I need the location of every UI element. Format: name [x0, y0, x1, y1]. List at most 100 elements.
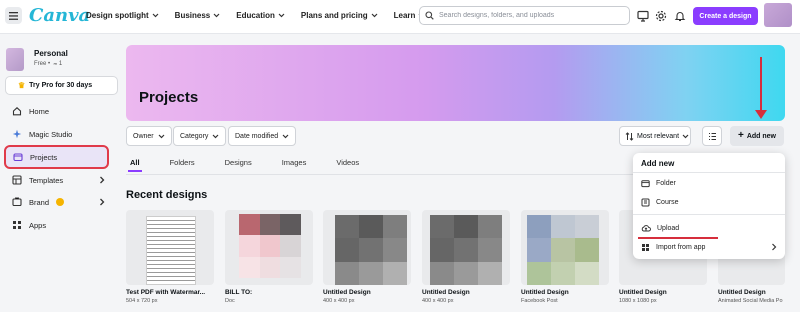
bell-icon[interactable] [674, 10, 686, 22]
hamburger-icon [9, 11, 18, 20]
nav-business[interactable]: Business [175, 11, 221, 20]
sidebar-item-label: Brand [29, 197, 50, 207]
sidebar-item-templates[interactable]: Templates [5, 170, 113, 190]
design-card[interactable]: Untitled Design 400 x 400 px [422, 210, 510, 304]
sidebar-item-brand[interactable]: Brand [5, 192, 113, 212]
menu-item-course[interactable]: Course [641, 195, 777, 209]
sort-button[interactable]: Most relevant [619, 126, 691, 146]
search-box[interactable] [419, 6, 630, 25]
chevron-down-icon [158, 134, 165, 138]
filter-label: Category [180, 132, 209, 140]
nav-label: Design spotlight [86, 11, 149, 20]
team-name[interactable]: Personal [34, 49, 68, 58]
thumbnail-image [430, 215, 502, 285]
date-modified-filter[interactable]: Date modified [228, 126, 297, 146]
menu-item-import-from-app[interactable]: Import from app [641, 240, 777, 254]
sidebar-item-label: Home [29, 106, 50, 116]
top-nav: Design spotlight Business Education Plan… [86, 11, 441, 20]
search-input[interactable] [439, 12, 619, 19]
tab-all[interactable]: All [128, 158, 142, 172]
category-filter[interactable]: Category [173, 126, 227, 146]
chevron-down-icon [212, 134, 219, 138]
sort-label: Most relevant [637, 132, 680, 140]
nav-education[interactable]: Education [236, 11, 285, 20]
monitor-icon[interactable] [637, 10, 649, 22]
tab-designs[interactable]: Designs [225, 158, 252, 167]
sidebar-item-apps[interactable]: Apps [5, 215, 113, 235]
content-tabs: All Folders Designs Images Videos [126, 158, 389, 172]
search-icon [425, 11, 434, 20]
course-icon [641, 198, 650, 206]
design-card[interactable]: BILL TO: Doc [225, 210, 313, 304]
add-new-label: Add new [746, 132, 776, 140]
canva-logo[interactable]: Canva [29, 5, 90, 26]
chevron-down-icon [682, 134, 689, 138]
add-new-button[interactable]: + Add new [730, 126, 784, 146]
card-title: BILL TO: [225, 289, 253, 296]
chevron-down-icon [152, 13, 159, 18]
create-design-button[interactable]: Create a design [693, 7, 758, 25]
nav-design-spotlight[interactable]: Design spotlight [86, 11, 159, 20]
team-avatar[interactable] [6, 48, 24, 71]
projects-banner: Projects [126, 45, 785, 121]
card-subtitle: Facebook Post [521, 298, 558, 304]
list-view-button[interactable] [702, 126, 722, 146]
gear-icon[interactable] [655, 10, 667, 22]
document-page-image [146, 216, 196, 285]
menu-item-folder[interactable]: Folder [641, 176, 777, 190]
chevron-down-icon [282, 134, 289, 138]
design-thumbnail[interactable] [422, 210, 510, 285]
avatar[interactable] [764, 3, 792, 27]
home-icon [12, 107, 22, 116]
card-title: Untitled Design [422, 289, 470, 296]
apps-icon [642, 243, 649, 251]
menu-button[interactable] [5, 7, 22, 24]
sort-icon [625, 131, 634, 141]
card-title: Untitled Design [521, 289, 569, 296]
sidebar-item-label: Apps [29, 220, 47, 230]
thumbnail-image [527, 215, 599, 285]
sparkle-icon [12, 129, 22, 139]
tab-folders[interactable]: Folders [170, 158, 195, 167]
owner-filter[interactable]: Owner [126, 126, 172, 146]
try-pro-button[interactable]: ♛ Try Pro for 30 days [5, 76, 118, 95]
nav-label: Learn [393, 11, 416, 20]
menu-item-label: Course [656, 198, 679, 206]
menu-item-label: Upload [657, 224, 680, 232]
thumbnail-image [335, 215, 407, 285]
brand-icon [12, 197, 22, 207]
design-thumbnail[interactable] [521, 210, 609, 285]
tab-videos[interactable]: Videos [336, 158, 359, 167]
design-thumbnail[interactable] [225, 210, 313, 285]
try-pro-label: Try Pro for 30 days [29, 82, 93, 89]
design-card[interactable]: Test PDF with Watermar... 504 x 720 px [126, 210, 214, 304]
nav-label: Business [174, 11, 211, 20]
chevron-right-icon [100, 198, 105, 206]
card-subtitle: 400 x 400 px [323, 298, 355, 304]
sidebar-item-projects[interactable]: Projects [4, 145, 109, 169]
chevron-down-icon [278, 13, 285, 18]
design-card[interactable]: Untitled Design 400 x 400 px [323, 210, 411, 304]
tab-images[interactable]: Images [282, 158, 307, 167]
menu-item-label: Import from app [656, 243, 706, 251]
nav-plans-pricing[interactable]: Plans and pricing [301, 11, 378, 20]
folder-icon [13, 153, 23, 162]
menu-item-upload[interactable]: Upload [641, 221, 777, 235]
crown-icon: ♛ [18, 81, 26, 90]
design-card[interactable]: Untitled Design Facebook Post [521, 210, 609, 304]
page-title: Projects [139, 89, 199, 106]
sidebar: Personal Free • ₘ 1 ♛ Try Pro for 30 day… [0, 35, 118, 312]
add-new-menu: Add new Folder Course Upload Import from… [633, 153, 785, 259]
templates-icon [12, 175, 22, 185]
design-thumbnail[interactable] [323, 210, 411, 285]
design-thumbnail[interactable] [126, 210, 214, 285]
nav-label: Education [236, 11, 275, 20]
chevron-down-icon [213, 13, 220, 18]
card-title: Test PDF with Watermar... [126, 289, 206, 296]
list-view-icon [708, 132, 716, 140]
thumbnail-image [239, 214, 301, 278]
sidebar-item-home[interactable]: Home [5, 101, 113, 121]
sidebar-item-magic-studio[interactable]: Magic Studio [5, 124, 113, 144]
card-subtitle: 1080 x 1080 px [619, 298, 657, 304]
nav-label: Plans and pricing [300, 11, 368, 20]
